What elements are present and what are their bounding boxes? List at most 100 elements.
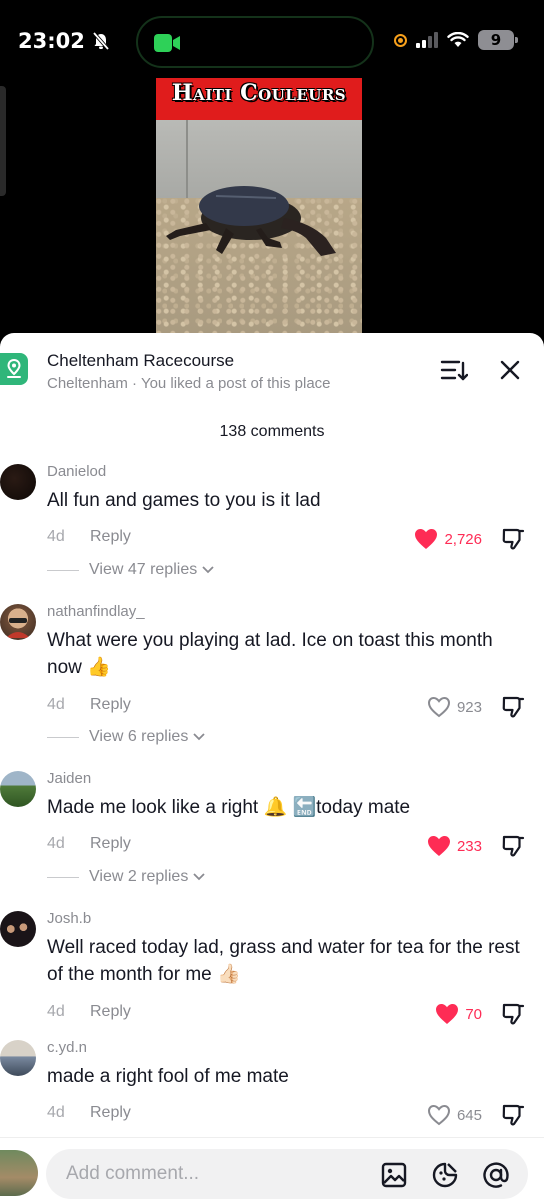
comment-text: Made me look like a right 🔔 🔚today mate <box>47 794 527 821</box>
comment-date: 4d <box>47 528 65 545</box>
chevron-down-icon <box>202 566 214 574</box>
heart-filled-icon <box>427 836 450 856</box>
replies-divider <box>47 876 79 878</box>
thumbs-down-icon[interactable] <box>500 833 526 859</box>
like-count: 70 <box>465 1005 482 1023</box>
heart-outline-icon <box>427 696 450 718</box>
video-player[interactable]: Haiti Couleurs <box>156 78 362 338</box>
comment-date: 4d <box>47 1104 65 1121</box>
reply-button[interactable]: Reply <box>90 696 131 714</box>
heart-filled-icon <box>415 529 438 549</box>
comment-date: 4d <box>47 1003 65 1020</box>
comment-item: c.yd.n made a right fool of me mate 4d R… <box>0 1036 544 1136</box>
status-time: 23:02 <box>18 29 111 53</box>
avatar[interactable] <box>0 464 36 500</box>
thumbs-up-emoji: 👍 <box>87 657 111 679</box>
reply-button[interactable]: Reply <box>90 1104 131 1122</box>
view-replies-button[interactable]: View 2 replies <box>47 868 206 886</box>
like-button[interactable]: 923 <box>427 696 482 718</box>
replies-divider <box>47 736 79 738</box>
thumbs-down-icon[interactable] <box>500 1001 526 1027</box>
like-button[interactable]: 645 <box>427 1104 482 1126</box>
like-count: 645 <box>456 1106 482 1124</box>
comment-item: Jaiden Made me look like a right 🔔 🔚toda… <box>0 767 544 897</box>
orange-dot-icon <box>394 33 407 47</box>
comment-username[interactable]: Danielod <box>47 463 106 480</box>
comment-text-part: Made me look like a right <box>47 797 259 818</box>
end-arrow-emoji: 🔚 <box>292 797 317 819</box>
comment-username[interactable]: Josh.b <box>47 910 91 927</box>
comment-item: Josh.b Well raced today lad, grass and w… <box>0 907 544 1027</box>
avatar[interactable] <box>0 1040 36 1076</box>
like-button[interactable]: 233 <box>427 835 482 857</box>
comment-count: 138 comments <box>219 423 325 440</box>
thumbs-down-icon[interactable] <box>500 1102 526 1128</box>
replies-divider <box>47 569 79 571</box>
image-icon[interactable] <box>380 1161 408 1189</box>
view-replies-button[interactable]: View 47 replies <box>47 561 215 579</box>
battery-icon: 9 <box>478 30 518 50</box>
place-name[interactable]: Cheltenham Racecourse <box>47 351 234 371</box>
heart-outline-icon <box>427 1104 450 1126</box>
like-count: 233 <box>456 837 482 855</box>
add-comment-placeholder: Add comment... <box>66 1163 200 1184</box>
reply-button[interactable]: Reply <box>90 835 131 853</box>
like-count: 923 <box>456 698 482 716</box>
thumbs-up-light-emoji: 👍🏻 <box>217 964 241 986</box>
signal-icon <box>416 32 438 48</box>
horse-image <box>166 186 336 256</box>
like-button[interactable]: 70 <box>435 1003 482 1025</box>
reply-button[interactable]: Reply <box>90 1003 131 1021</box>
comment-item: Danielod All fun and games to you is it … <box>0 460 544 590</box>
status-bar: 23:02 9 <box>0 0 544 80</box>
comment-item: nathanfindlay_ What were you playing at … <box>0 600 544 755</box>
mention-icon[interactable] <box>482 1161 510 1189</box>
comments-sheet: Cheltenham Racecourse Cheltenham · You l… <box>0 333 544 1200</box>
bell-slash-icon <box>92 31 110 51</box>
comment-text-part: today mate <box>316 797 411 818</box>
like-count: 2,726 <box>444 530 482 548</box>
facetime-icon <box>154 34 180 52</box>
comment-text: What were you playing at lad. Ice on toa… <box>47 627 527 681</box>
side-panel-handle[interactable] <box>0 86 6 196</box>
comment-meta: 4d Reply <box>47 1104 131 1122</box>
comment-text: Well raced today lad, grass and water fo… <box>47 934 527 988</box>
comment-meta: 4d Reply <box>47 835 131 853</box>
view-replies-label: View 47 replies <box>89 561 198 578</box>
comment-meta: 4d Reply <box>47 1003 131 1021</box>
location-pin-icon <box>0 353 28 385</box>
place-subtitle: Cheltenham · You liked a post of this pl… <box>47 375 331 392</box>
heart-filled-icon <box>436 1004 459 1024</box>
view-replies-label: View 6 replies <box>89 728 189 745</box>
comment-date: 4d <box>47 835 65 852</box>
dynamic-island[interactable] <box>136 16 374 68</box>
avatar[interactable] <box>0 771 36 807</box>
comment-username[interactable]: nathanfindlay_ <box>47 603 145 620</box>
status-icons: 9 <box>394 30 518 50</box>
thumbs-down-icon[interactable] <box>500 526 526 552</box>
view-replies-button[interactable]: View 6 replies <box>47 728 206 746</box>
comment-text: made a right fool of me mate <box>47 1066 289 1087</box>
emoji-icon[interactable] <box>431 1161 459 1189</box>
comment-username[interactable]: c.yd.n <box>47 1039 87 1056</box>
comment-composer-bar: Add comment... <box>0 1137 544 1200</box>
avatar[interactable] <box>0 604 36 640</box>
like-button[interactable]: 2,726 <box>414 528 482 550</box>
sort-icon[interactable] <box>440 358 468 382</box>
chevron-down-icon <box>193 733 205 741</box>
comment-username[interactable]: Jaiden <box>47 770 91 787</box>
comment-text-body: What were you playing at lad. Ice on toa… <box>47 630 493 678</box>
bell-emoji: 🔔 <box>263 797 288 819</box>
chevron-down-icon <box>193 873 205 881</box>
clock: 23:02 <box>18 29 85 53</box>
view-replies-label: View 2 replies <box>89 868 189 885</box>
avatar[interactable] <box>0 911 36 947</box>
comment-date: 4d <box>47 696 65 713</box>
thumbs-down-icon[interactable] <box>500 694 526 720</box>
my-avatar[interactable] <box>0 1150 38 1196</box>
add-comment-input[interactable]: Add comment... <box>46 1149 528 1199</box>
comment-text: All fun and games to you is it lad <box>47 490 321 511</box>
close-icon[interactable] <box>498 358 522 382</box>
comment-meta: 4d Reply <box>47 696 131 714</box>
reply-button[interactable]: Reply <box>90 528 131 546</box>
